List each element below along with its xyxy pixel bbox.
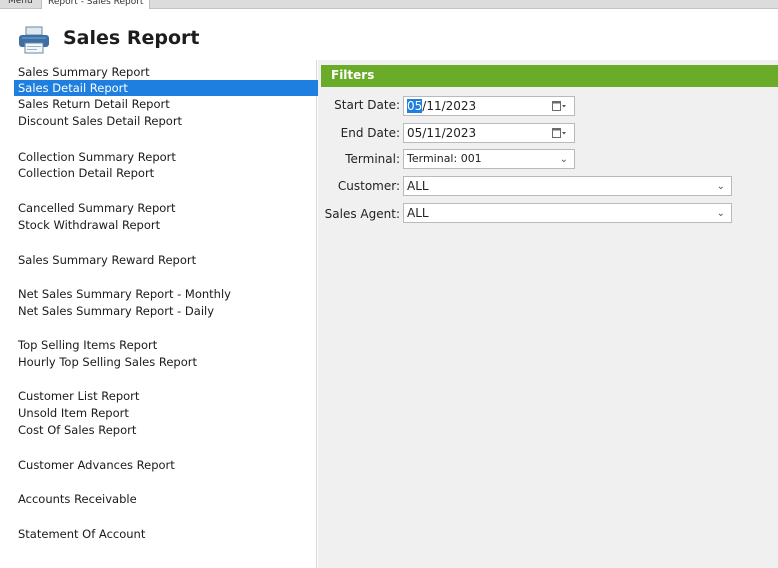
start-date-rest: /11/2023 bbox=[422, 99, 477, 113]
report-item-unsold-item[interactable]: Unsold Item Report bbox=[14, 405, 129, 421]
customer-select[interactable]: ALL ⌄ bbox=[403, 176, 732, 196]
document-tab-strip: Menu Report - Sales Report bbox=[0, 0, 778, 9]
filters-title: Filters bbox=[331, 68, 375, 82]
report-item-accounts-receivable[interactable]: Accounts Receivable bbox=[14, 491, 137, 507]
start-date-label: Start Date: bbox=[334, 98, 400, 112]
report-item-sales-summary-reward[interactable]: Sales Summary Reward Report bbox=[14, 252, 196, 268]
report-item-net-sales-monthly[interactable]: Net Sales Summary Report - Monthly bbox=[14, 286, 231, 302]
report-item-collection-detail[interactable]: Collection Detail Report bbox=[14, 165, 154, 181]
page-header: Sales Report bbox=[0, 9, 778, 60]
printer-icon bbox=[19, 26, 49, 54]
start-date-field[interactable]: 05/11/2023 bbox=[403, 96, 575, 116]
report-item-discount-sales-detail[interactable]: Discount Sales Detail Report bbox=[14, 113, 182, 129]
report-item-hourly-top-selling[interactable]: Hourly Top Selling Sales Report bbox=[14, 354, 197, 370]
filters-header: Filters bbox=[321, 65, 778, 87]
report-item-stock-withdrawal[interactable]: Stock Withdrawal Report bbox=[14, 217, 160, 233]
filters-pane: Filters Start Date: 05/11/2023 End Date:… bbox=[318, 60, 778, 568]
terminal-value: Terminal: 001 bbox=[407, 152, 482, 165]
report-item-net-sales-daily[interactable]: Net Sales Summary Report - Daily bbox=[14, 303, 214, 319]
report-item-top-selling-items[interactable]: Top Selling Items Report bbox=[14, 337, 157, 353]
report-item-customer-advances[interactable]: Customer Advances Report bbox=[14, 457, 175, 473]
end-date-field[interactable]: 05/11/2023 bbox=[403, 123, 575, 143]
sales-agent-label: Sales Agent: bbox=[324, 207, 400, 221]
tab-menu[interactable]: Menu bbox=[2, 0, 39, 9]
chevron-down-icon: ⌄ bbox=[559, 154, 568, 165]
customer-value: ALL bbox=[407, 179, 429, 193]
report-item-collection-summary[interactable]: Collection Summary Report bbox=[14, 149, 176, 165]
terminal-label: Terminal: bbox=[345, 152, 400, 166]
report-list: Sales Summary Report Sales Detail Report… bbox=[8, 60, 324, 568]
end-date-value: 05/11/2023 bbox=[407, 126, 477, 140]
tab-sales-report[interactable]: Report - Sales Report bbox=[41, 0, 151, 9]
sales-agent-select[interactable]: ALL ⌄ bbox=[403, 203, 732, 223]
report-item-statement-of-account[interactable]: Statement Of Account bbox=[14, 526, 145, 542]
calendar-dropdown-icon[interactable] bbox=[552, 100, 566, 112]
start-date-month-segment: 05 bbox=[407, 99, 423, 113]
page-title: Sales Report bbox=[63, 27, 200, 49]
report-item-customer-list[interactable]: Customer List Report bbox=[14, 388, 139, 404]
chevron-down-icon: ⌄ bbox=[716, 208, 725, 219]
report-item-cancelled-summary[interactable]: Cancelled Summary Report bbox=[14, 200, 176, 216]
report-item-sales-return-detail[interactable]: Sales Return Detail Report bbox=[14, 96, 170, 112]
report-item-sales-detail[interactable]: Sales Detail Report bbox=[14, 80, 324, 96]
sales-agent-value: ALL bbox=[407, 206, 429, 220]
end-date-label: End Date: bbox=[340, 126, 400, 140]
calendar-dropdown-icon[interactable] bbox=[552, 127, 566, 139]
terminal-select[interactable]: Terminal: 001 ⌄ bbox=[403, 149, 575, 169]
report-item-sales-summary[interactable]: Sales Summary Report bbox=[14, 64, 150, 80]
chevron-down-icon: ⌄ bbox=[716, 181, 725, 192]
report-item-cost-of-sales[interactable]: Cost Of Sales Report bbox=[14, 422, 136, 438]
customer-label: Customer: bbox=[337, 179, 400, 193]
